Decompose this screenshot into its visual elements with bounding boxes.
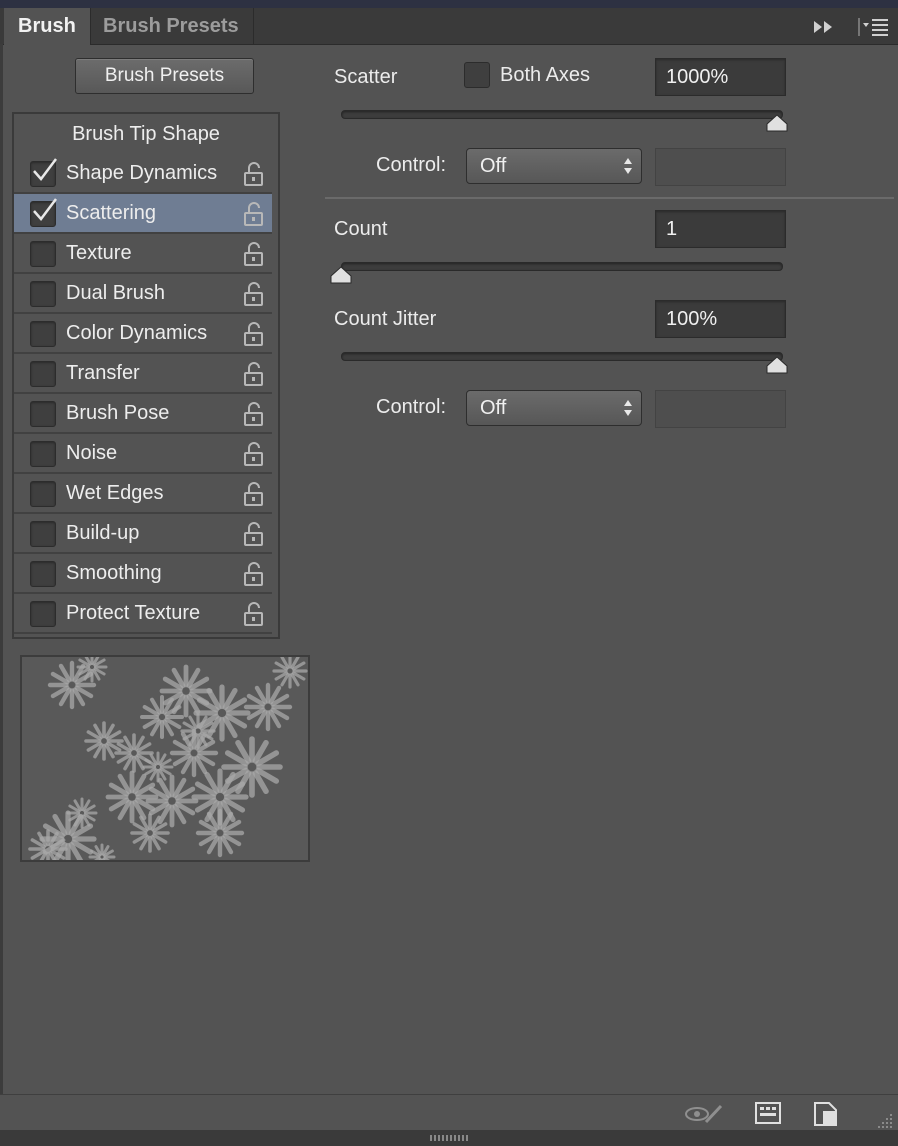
option-checkbox[interactable] [30, 321, 56, 347]
checkmark-icon [33, 198, 57, 221]
double-chevron-right-icon[interactable] [812, 16, 836, 38]
unlocked-padlock-icon[interactable] [243, 321, 265, 347]
brush-option-row[interactable]: Protect Texture [14, 594, 272, 634]
unlocked-padlock-icon[interactable] [243, 481, 265, 507]
brush-option-row[interactable]: Noise [14, 434, 272, 474]
window-top-strip [0, 0, 898, 8]
unlocked-padlock-icon[interactable] [243, 521, 265, 547]
count-slider-track[interactable] [341, 262, 783, 271]
grid-icon[interactable] [755, 1102, 781, 1124]
both-axes-label: Both Axes [500, 64, 591, 86]
option-checkbox[interactable] [30, 361, 56, 387]
panel-menu-icon[interactable] [858, 16, 890, 38]
option-label: Smoothing [66, 562, 162, 584]
panel-bottom-strip [0, 1130, 898, 1146]
brush-option-row[interactable]: Transfer [14, 354, 272, 394]
count-jitter-label: Count Jitter [334, 308, 437, 330]
option-checkbox[interactable] [30, 281, 56, 307]
scattered-flower-strokes [28, 657, 308, 860]
count-slider-thumb[interactable] [330, 266, 352, 284]
option-checkbox[interactable] [30, 198, 57, 227]
brush-option-row[interactable]: Smoothing [14, 554, 272, 594]
unlocked-padlock-icon[interactable] [243, 361, 265, 387]
eye-brush-icon[interactable] [684, 1102, 724, 1126]
option-label: Brush Pose [66, 402, 170, 424]
brush-option-row[interactable]: Shape Dynamics [14, 154, 272, 194]
brush-option-row[interactable]: Brush Pose [14, 394, 272, 434]
panel-left-edge [0, 44, 3, 1104]
brush-presets-button[interactable]: Brush Presets [75, 58, 254, 94]
brush-option-row[interactable]: Dual Brush [14, 274, 272, 314]
scatter-value-input[interactable]: 1000% [655, 58, 786, 96]
count-label: Count [334, 218, 388, 240]
count-jitter-control-extra-field [655, 390, 786, 428]
option-checkbox[interactable] [30, 241, 56, 267]
option-checkbox[interactable] [30, 481, 56, 507]
count-jitter-control-label: Control: [376, 396, 447, 418]
brush-option-row[interactable]: Wet Edges [14, 474, 272, 514]
scatter-label: Scatter [334, 66, 398, 88]
option-checkbox[interactable] [30, 521, 56, 547]
option-checkbox[interactable] [30, 561, 56, 587]
section-divider [325, 197, 894, 199]
brush-stroke-preview [20, 655, 310, 862]
checkmark-icon [33, 158, 57, 181]
option-label: Dual Brush [66, 282, 165, 304]
count-jitter-slider-thumb[interactable] [766, 356, 788, 374]
option-checkbox[interactable] [30, 601, 56, 627]
unlocked-padlock-icon[interactable] [243, 201, 265, 227]
option-label: Wet Edges [66, 482, 164, 504]
unlocked-padlock-icon[interactable] [243, 441, 265, 467]
count-value-input[interactable]: 1 [655, 210, 786, 248]
unlocked-padlock-icon[interactable] [243, 601, 265, 627]
option-checkbox[interactable] [30, 401, 56, 427]
option-checkbox[interactable] [30, 441, 56, 467]
count-jitter-control-select[interactable]: Off [466, 390, 642, 426]
brush-option-row[interactable]: Color Dynamics [14, 314, 272, 354]
option-label: Protect Texture [66, 602, 201, 624]
option-label: Transfer [66, 362, 140, 384]
panel-tab-bar: Brush Brush Presets [0, 8, 898, 45]
brush-option-row[interactable]: Build-up [14, 514, 272, 554]
unlocked-padlock-icon[interactable] [243, 161, 265, 187]
unlocked-padlock-icon[interactable] [243, 281, 265, 307]
option-label: Texture [66, 242, 132, 264]
option-checkbox[interactable] [30, 158, 57, 187]
unlocked-padlock-icon[interactable] [243, 241, 265, 267]
scatter-control-value: Off [480, 155, 507, 177]
scatter-control-label: Control: [376, 154, 447, 176]
unlocked-padlock-icon[interactable] [243, 561, 265, 587]
count-jitter-slider-track[interactable] [341, 352, 783, 361]
tab-brush-presets[interactable]: Brush Presets [89, 8, 254, 44]
brush-tip-shape-item[interactable]: Brush Tip Shape [14, 116, 278, 152]
option-label: Scattering [66, 202, 157, 224]
option-label: Build-up [66, 522, 140, 544]
count-jitter-value-input[interactable]: 100% [655, 300, 786, 338]
scatter-control-select[interactable]: Off [466, 148, 642, 184]
brush-option-row[interactable]: Texture [14, 234, 272, 274]
option-label: Noise [66, 442, 118, 464]
scatter-slider-thumb[interactable] [766, 114, 788, 132]
scatter-control-extra-field [655, 148, 786, 186]
count-jitter-control-value: Off [480, 397, 507, 419]
select-arrows-icon [624, 158, 632, 174]
select-arrows-icon [624, 400, 632, 416]
option-label: Color Dynamics [66, 322, 208, 344]
tab-brush[interactable]: Brush [4, 8, 91, 45]
resize-grip-icon[interactable] [874, 1110, 894, 1130]
unlocked-padlock-icon[interactable] [243, 401, 265, 427]
scatter-slider-track[interactable] [341, 110, 783, 119]
new-page-icon[interactable] [814, 1102, 838, 1126]
both-axes-checkbox[interactable] [464, 62, 490, 88]
option-label: Shape Dynamics [66, 162, 218, 184]
brush-option-row[interactable]: Scattering [14, 194, 272, 234]
drag-handle-icon[interactable] [430, 1135, 468, 1141]
